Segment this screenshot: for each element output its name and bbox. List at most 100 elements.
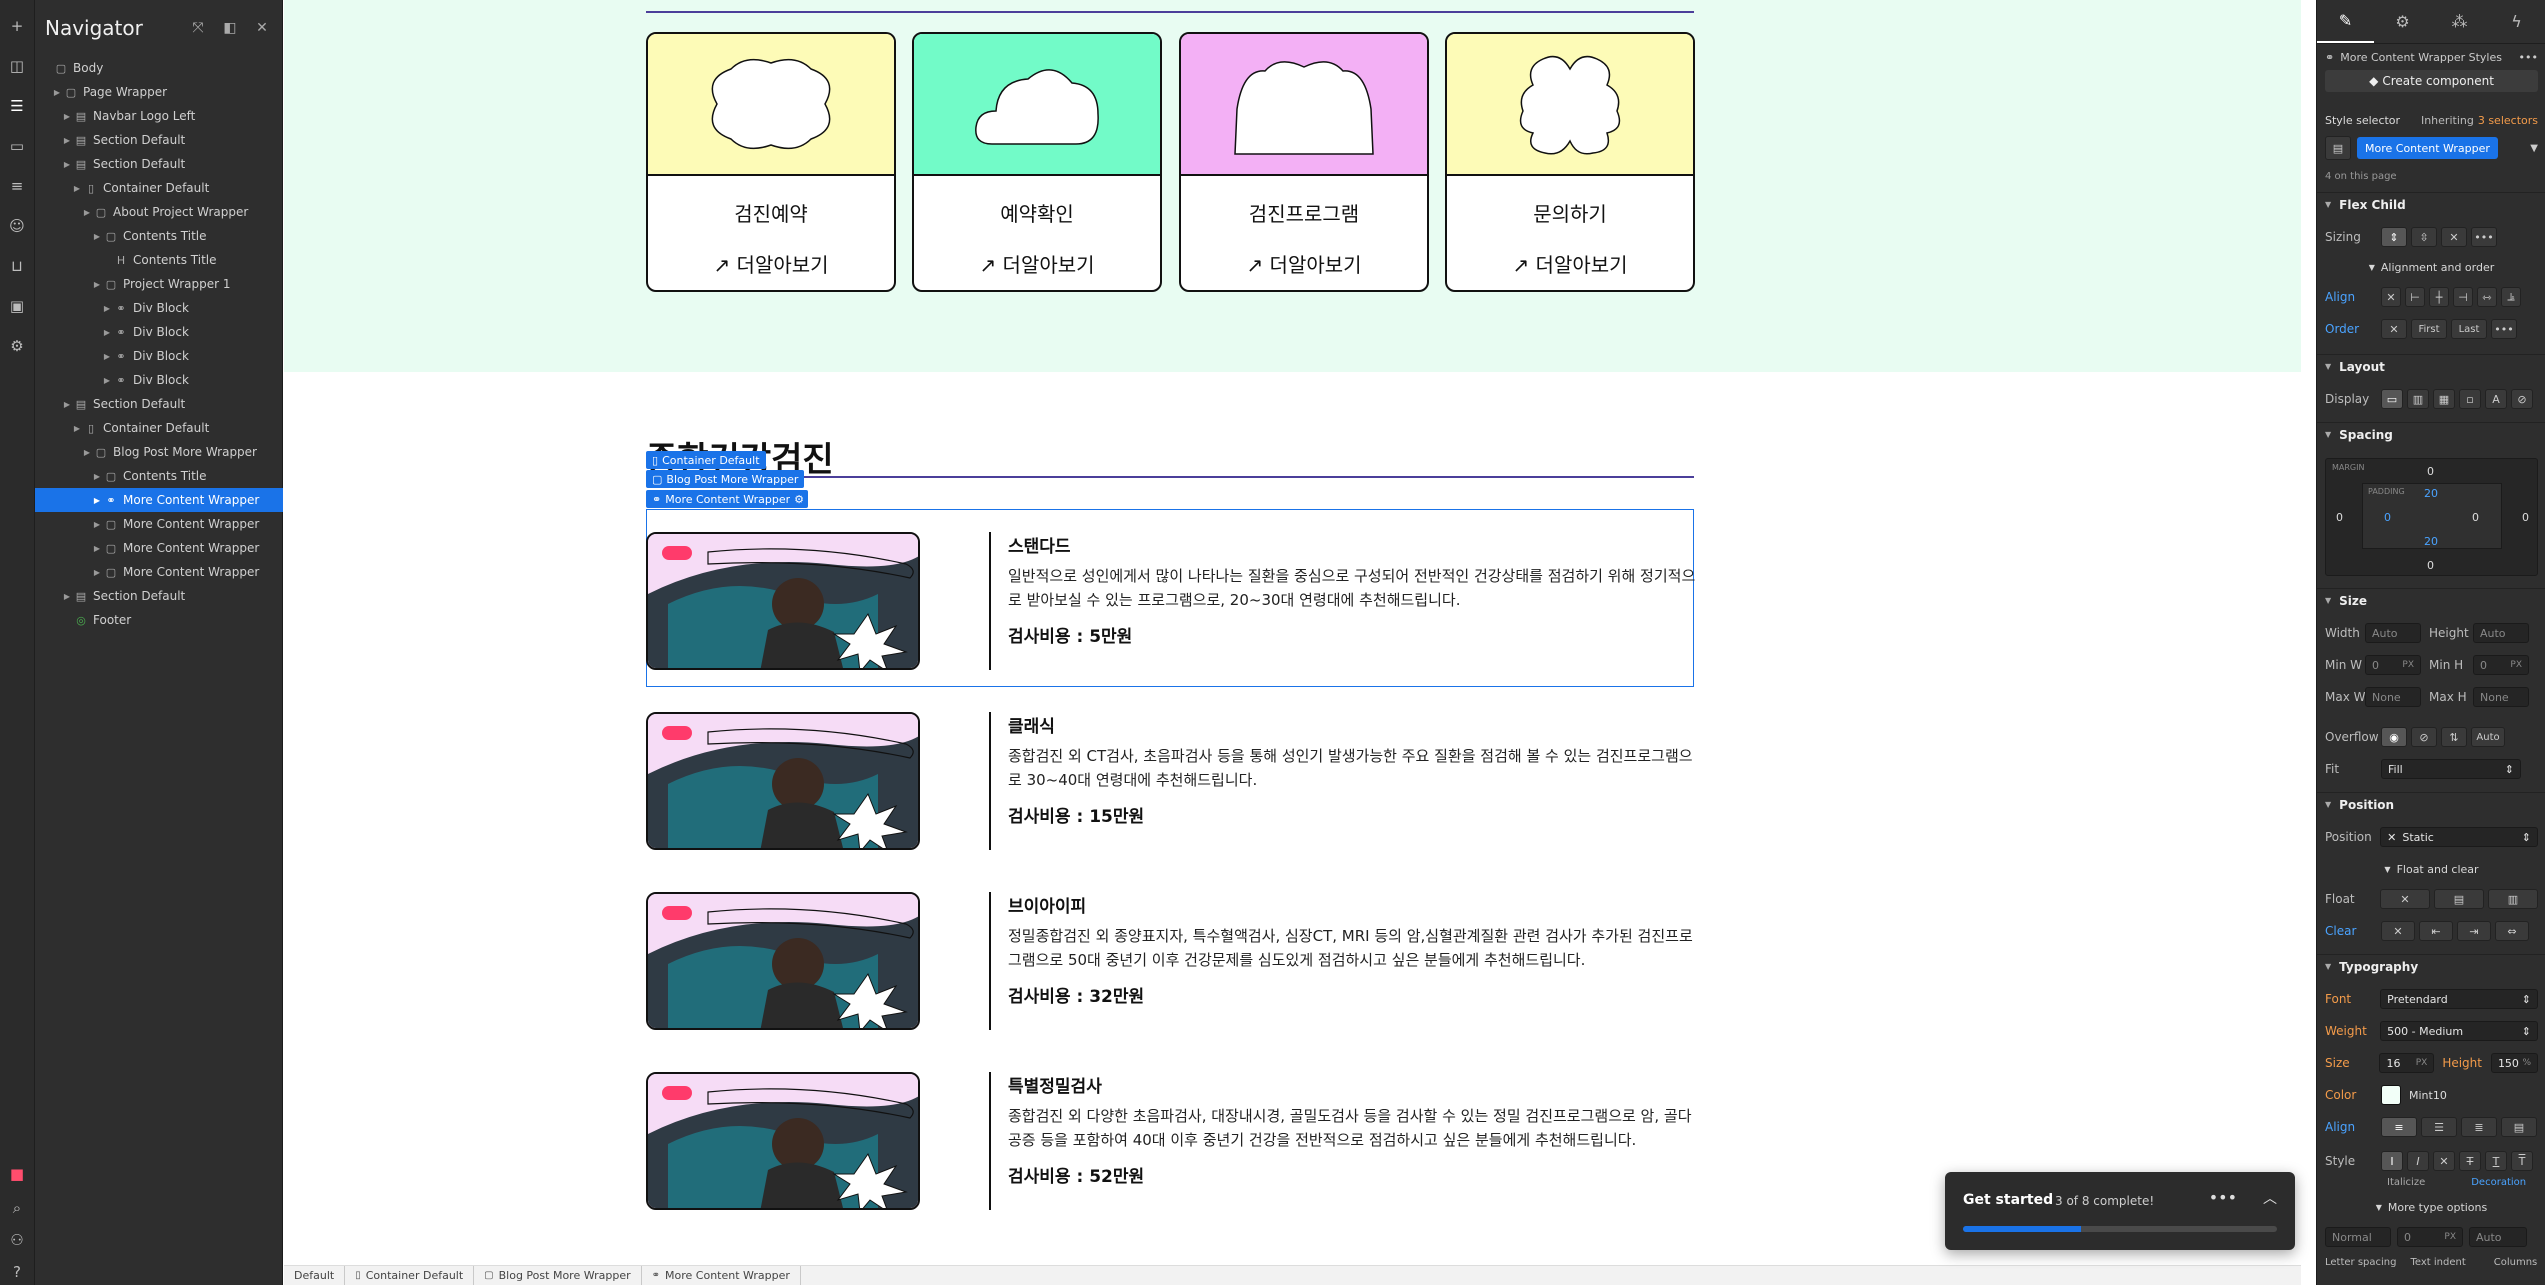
- chevron-down-icon[interactable]: ▼: [2530, 143, 2538, 154]
- float-clear-row[interactable]: ▼ Float and clear: [2317, 860, 2545, 878]
- strikethrough-icon[interactable]: T: [2459, 1151, 2481, 1171]
- padding-left-value[interactable]: 0: [2384, 511, 2391, 524]
- tree-item[interactable]: ▶ ▤ Section Default: [35, 128, 283, 152]
- color-swatch[interactable]: [2381, 1085, 2401, 1105]
- max-h-input[interactable]: None: [2473, 687, 2529, 707]
- expand-caret-icon[interactable]: ▶: [91, 544, 103, 553]
- get-started-widget[interactable]: Get started 3 of 8 complete! ••• ︿: [1945, 1172, 2295, 1250]
- align-right-icon[interactable]: ≣: [2461, 1117, 2497, 1137]
- tree-item[interactable]: ▶ ▢ Project Wrapper 1: [35, 272, 283, 296]
- overflow-scroll-icon[interactable]: ⇅: [2441, 727, 2467, 747]
- display-inline-icon[interactable]: A: [2485, 389, 2507, 409]
- card-more-link[interactable]: ↗ 더알아보기: [1181, 249, 1427, 278]
- expand-caret-icon[interactable]: ▶: [91, 496, 103, 505]
- record-icon[interactable]: ■: [5, 1162, 29, 1186]
- more-content-wrapper-badge[interactable]: ⚭ More Content Wrapper: [646, 490, 797, 508]
- tree-item[interactable]: ▶ ⚭ Div Block: [35, 296, 283, 320]
- tree-item[interactable]: ▶ ▤ Section Default: [35, 152, 283, 176]
- tree-item[interactable]: H Contents Title: [35, 248, 283, 272]
- expand-caret-icon[interactable]: ▶: [81, 208, 93, 217]
- breadcrumb-item[interactable]: ▯ Container Default: [345, 1265, 475, 1285]
- program-item[interactable]: 특별정밀검사 종합검진 외 다양한 초음파검사, 대장내시경, 골밀도검사 등을 …: [646, 1072, 1694, 1212]
- breadcrumb-item[interactable]: ⚭ More Content Wrapper: [642, 1265, 801, 1285]
- italic-icon[interactable]: I: [2407, 1151, 2429, 1171]
- ecommerce-icon[interactable]: ⊔: [5, 254, 29, 278]
- more-type-options-row[interactable]: ▼ More type options: [2317, 1198, 2545, 1216]
- expand-caret-icon[interactable]: ▶: [91, 520, 103, 529]
- program-item[interactable]: 클래식 종합검진 외 CT검사, 초음파검사 등을 통해 성인기 발생가능한 주요…: [646, 712, 1694, 852]
- font-size-input[interactable]: 16 PX: [2379, 1053, 2435, 1073]
- align-center-text-icon[interactable]: ☰: [2421, 1117, 2457, 1137]
- margin-right-value[interactable]: 0: [2522, 511, 2529, 524]
- settings-tab-gear-icon[interactable]: ⚙: [2374, 0, 2431, 43]
- element-settings-gear-icon[interactable]: ⚙: [790, 490, 808, 508]
- flex-child-section[interactable]: ▼ Flex Child: [2317, 192, 2545, 216]
- cms-icon[interactable]: ≡: [5, 174, 29, 198]
- clear-right-icon[interactable]: ⇥: [2457, 921, 2491, 941]
- expand-caret-icon[interactable]: ▶: [91, 568, 103, 577]
- margin-left-value[interactable]: 0: [2336, 511, 2343, 524]
- collapse-all-icon[interactable]: ⤧: [188, 18, 208, 38]
- blog-post-wrapper-badge[interactable]: ▢ Blog Post More Wrapper: [646, 470, 805, 488]
- display-none-icon[interactable]: ⊘: [2511, 389, 2533, 409]
- display-inline-block-icon[interactable]: ▫: [2459, 389, 2481, 409]
- align-center-icon[interactable]: ┼: [2429, 287, 2449, 307]
- min-w-input[interactable]: 0 PX: [2365, 655, 2421, 675]
- align-start-icon[interactable]: ⊢: [2405, 287, 2425, 307]
- more-options-icon[interactable]: •••: [2209, 1188, 2237, 1207]
- card-more-link[interactable]: ↗ 더알아보기: [648, 249, 894, 278]
- no-shrink-icon[interactable]: ✕: [2441, 227, 2467, 247]
- expand-caret-icon[interactable]: ▶: [101, 352, 113, 361]
- dock-icon[interactable]: ◧: [220, 18, 240, 38]
- users-icon[interactable]: ☺: [5, 214, 29, 238]
- expand-caret-icon[interactable]: ▶: [101, 328, 113, 337]
- more-order-icon[interactable]: •••: [2491, 319, 2517, 339]
- expand-caret-icon[interactable]: ▶: [61, 592, 73, 601]
- align-stretch-icon[interactable]: ⇿: [2477, 287, 2497, 307]
- card-reservation[interactable]: 검진예약 ↗ 더알아보기: [646, 32, 896, 292]
- add-icon[interactable]: +: [5, 14, 29, 38]
- tree-item[interactable]: ▶ ▤ Navbar Logo Left: [35, 104, 283, 128]
- tree-item[interactable]: ▶ ▯ Container Default: [35, 176, 283, 200]
- expand-caret-icon[interactable]: ▶: [71, 184, 83, 193]
- tree-item[interactable]: ▶ ▢ Contents Title: [35, 224, 283, 248]
- tree-item[interactable]: ▶ ▢ Blog Post More Wrapper: [35, 440, 283, 464]
- tree-item[interactable]: ▶ ▤ Section Default: [35, 584, 283, 608]
- expand-caret-icon[interactable]: ▶: [61, 136, 73, 145]
- clear-left-icon[interactable]: ⇤: [2419, 921, 2453, 941]
- breadcrumb-item[interactable]: ▢ Blog Post More Wrapper: [474, 1265, 642, 1285]
- tree-item[interactable]: ▶ ▢ Contents Title: [35, 464, 283, 488]
- color-value[interactable]: Mint10: [2409, 1089, 2447, 1102]
- display-block-icon[interactable]: ▭: [2381, 389, 2403, 409]
- height-input[interactable]: Auto: [2473, 623, 2529, 643]
- overflow-hidden-icon[interactable]: ⊘: [2411, 727, 2437, 747]
- min-h-input[interactable]: 0 PX: [2473, 655, 2529, 675]
- margin-bottom-value[interactable]: 0: [2427, 559, 2434, 572]
- regular-icon[interactable]: I: [2381, 1151, 2403, 1171]
- float-none-icon[interactable]: ✕: [2380, 889, 2430, 909]
- selector-state-icon[interactable]: ▤: [2325, 136, 2351, 160]
- float-left-icon[interactable]: ▤: [2434, 889, 2484, 909]
- breadcrumb-item[interactable]: Default: [284, 1265, 346, 1285]
- order-none-icon[interactable]: ✕: [2381, 319, 2407, 339]
- align-left-icon[interactable]: ≡: [2381, 1117, 2417, 1137]
- pages-icon[interactable]: ▭: [5, 134, 29, 158]
- tree-item[interactable]: ▢ Body: [35, 56, 283, 80]
- tree-item[interactable]: ▶ ⚭ Div Block: [35, 344, 283, 368]
- margin-top-value[interactable]: 0: [2427, 465, 2434, 478]
- overflow-visible-eye-icon[interactable]: ◉: [2381, 727, 2407, 747]
- search-icon[interactable]: ⌕: [5, 1196, 29, 1220]
- align-none-icon[interactable]: ✕: [2381, 287, 2401, 307]
- expand-caret-icon[interactable]: ▶: [71, 424, 83, 433]
- line-height-input[interactable]: 150%: [2490, 1053, 2538, 1073]
- position-section[interactable]: ▼ Position: [2317, 792, 2545, 816]
- program-item[interactable]: 스탠다드 일반적으로 성인에게서 많이 나타나는 질환을 중심으로 구성되어 전반…: [646, 532, 1695, 672]
- card-check[interactable]: 예약확인 ↗ 더알아보기: [912, 32, 1162, 292]
- navigator-icon[interactable]: ☰: [5, 94, 29, 118]
- tree-item[interactable]: ▶ ⚭ Div Block: [35, 368, 283, 392]
- underline-icon[interactable]: T: [2485, 1151, 2507, 1171]
- card-more-link[interactable]: ↗ 더알아보기: [914, 249, 1160, 278]
- position-select[interactable]: ✕ Static ⇕: [2380, 827, 2538, 847]
- assets-icon[interactable]: ▣: [5, 294, 29, 318]
- tree-item[interactable]: ◎ Footer: [35, 608, 283, 632]
